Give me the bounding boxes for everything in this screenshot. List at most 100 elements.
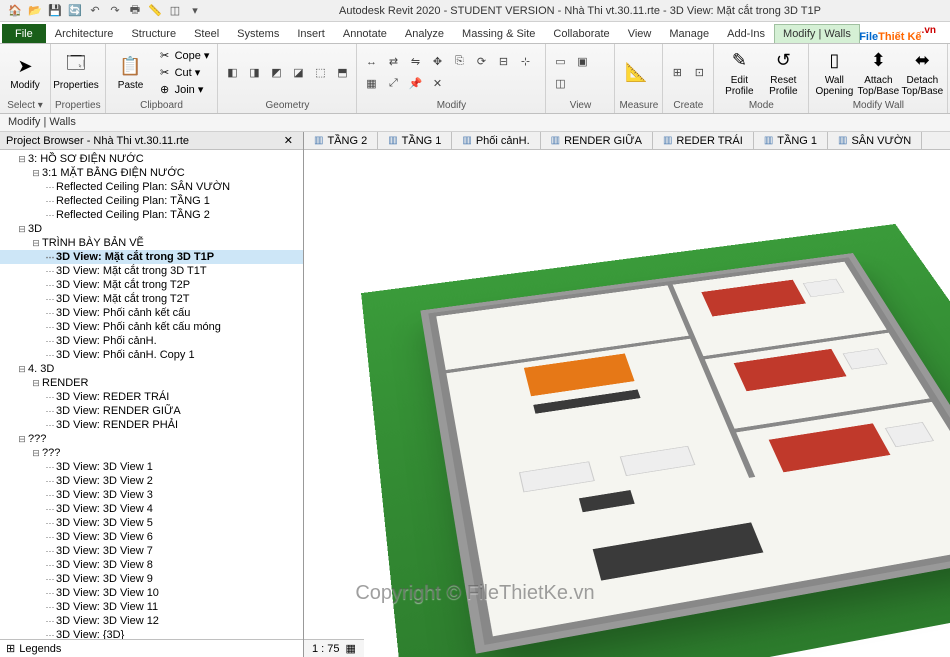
view-tab[interactable]: ▥TẦNG 1 [378,132,452,149]
measure-button[interactable]: 📐 [619,47,653,99]
ribbon-tab-analyze[interactable]: Analyze [396,24,453,43]
drawing-canvas[interactable] [304,150,950,657]
qat-section-icon[interactable]: ◫ [166,2,184,20]
ribbon-tab-file[interactable]: File [2,24,46,43]
ribbon-tab-annotate[interactable]: Annotate [334,24,396,43]
tree-item[interactable]: ⋯ 3D View: REDER TRÁI [0,390,303,404]
view-tab[interactable]: ▥REDER TRÁI [653,132,754,149]
ribbon-tab-view[interactable]: View [619,24,661,43]
collapse-icon[interactable]: ⊟ [16,364,28,375]
tree-item[interactable]: ⊟ ??? [0,446,303,460]
close-icon[interactable]: ✕ [280,134,297,147]
ribbon-tab-structure[interactable]: Structure [122,24,185,43]
cope-button[interactable]: ✂Cope ▾ [154,48,214,64]
paste-button[interactable]: 📋 Paste [110,47,152,99]
project-browser-footer[interactable]: ⊞ Legends [0,639,303,657]
tree-item[interactable]: ⊟ 3:1 MẶT BẰNG ĐIỆN NƯỚC [0,166,303,180]
view-tab[interactable]: ▥Phối cảnH. [452,132,540,149]
tree-item[interactable]: ⋯ 3D View: Phối cảnH. Copy 1 [0,348,303,362]
tree-item[interactable]: ⋯ 3D View: 3D View 7 [0,544,303,558]
tree-item[interactable]: ⊟ 3: HỒ SƠ ĐIỆN NƯỚC [0,152,303,166]
tree-item[interactable]: ⋯ 3D View: {3D} [0,628,303,639]
tree-item[interactable]: ⋯ 3D View: Mặt cắt trong 3D T1P [0,250,303,264]
collapse-icon[interactable]: ⊟ [30,168,42,179]
view-scale[interactable]: 1 : 75 ▦ [304,639,364,657]
qat-save-icon[interactable]: 💾 [46,2,64,20]
geom-tool-icon[interactable]: ◨ [244,63,264,83]
tree-item[interactable]: ⋯ 3D View: Mặt cắt trong T2T [0,292,303,306]
view-control-icon[interactable]: ▦ [346,642,356,655]
align-icon[interactable]: ↔ [361,52,381,72]
array-icon[interactable]: ▦ [361,74,381,94]
mirror-icon[interactable]: ⇋ [405,52,425,72]
tree-item[interactable]: ⋯ 3D View: Mặt cắt trong T2P [0,278,303,292]
geom-tool-icon[interactable]: ⬒ [332,63,352,83]
move-icon[interactable]: ✥ [427,52,447,72]
tree-item[interactable]: ⋯ 3D View: RENDER GIỮA [0,404,303,418]
trim-icon[interactable]: ⊟ [493,52,513,72]
wall-opening-button[interactable]: ▯ Wall Opening [813,47,855,99]
edit-profile-button[interactable]: ✎ Edit Profile [718,47,760,99]
view-tool-icon[interactable]: ▭ [550,52,570,72]
copy-icon[interactable]: ⎘ [449,52,469,72]
detach-button[interactable]: ⬌ Detach Top/Base [901,47,943,99]
view-tab[interactable]: ▥TẦNG 2 [304,132,378,149]
create-tool-icon[interactable]: ⊞ [667,63,687,83]
ribbon-tab-insert[interactable]: Insert [288,24,334,43]
collapse-icon[interactable]: ⊟ [30,448,42,459]
tree-item[interactable]: ⋯ Reflected Ceiling Plan: TẦNG 2 [0,208,303,222]
collapse-icon[interactable]: ⊟ [16,154,28,165]
tree-item[interactable]: ⋯ 3D View: 3D View 12 [0,614,303,628]
cut-button[interactable]: ✂Cut ▾ [154,65,214,81]
view-tab[interactable]: ▥TẦNG 1 [754,132,828,149]
qat-undo-icon[interactable]: ↶ [86,2,104,20]
geom-tool-icon[interactable]: ◪ [288,63,308,83]
geom-tool-icon[interactable]: ◩ [266,63,286,83]
geom-tool-icon[interactable]: ◧ [222,63,242,83]
split-icon[interactable]: ⊹ [515,52,535,72]
tree-item[interactable]: ⊟ TRÌNH BÀY BẢN VẼ [0,236,303,250]
tree-item[interactable]: ⋯ 3D View: 3D View 1 [0,460,303,474]
tree-item[interactable]: ⋯ 3D View: 3D View 2 [0,474,303,488]
pin-icon[interactable]: 📌 [405,74,425,94]
qat-dropdown-icon[interactable]: ▾ [186,2,204,20]
ribbon-tab-architecture[interactable]: Architecture [46,24,123,43]
collapse-icon[interactable]: ⊟ [16,434,28,445]
geom-tool-icon[interactable]: ⬚ [310,63,330,83]
qat-print-icon[interactable]: 🖶 [126,2,144,20]
tree-item[interactable]: ⋯ 3D View: 3D View 6 [0,530,303,544]
collapse-icon[interactable]: ⊟ [30,238,42,249]
tree-item[interactable]: ⊟ ??? [0,432,303,446]
tree-item[interactable]: ⋯ 3D View: RENDER PHẢI [0,418,303,432]
create-tool-icon[interactable]: ⊡ [689,63,709,83]
tree-item[interactable]: ⋯ 3D View: 3D View 10 [0,586,303,600]
delete-icon[interactable]: ✕ [427,74,447,94]
ribbon-tab-systems[interactable]: Systems [228,24,288,43]
view-tab[interactable]: ▥RENDER GIỮA [541,132,653,149]
view-tab[interactable]: ▥SÂN VƯỜN [828,132,922,149]
properties-button[interactable]: 🗔 Properties [55,47,97,99]
ribbon-tab-steel[interactable]: Steel [185,24,228,43]
tree-item[interactable]: ⋯ Reflected Ceiling Plan: SÂN VƯỜN [0,180,303,194]
tree-item[interactable]: ⋯ 3D View: Phối cảnh kết cấu [0,306,303,320]
tree-item[interactable]: ⋯ 3D View: 3D View 8 [0,558,303,572]
tree-item[interactable]: ⋯ 3D View: Phối cảnh kết cấu móng [0,320,303,334]
rotate-icon[interactable]: ⟳ [471,52,491,72]
offset-icon[interactable]: ⇄ [383,52,403,72]
collapse-icon[interactable]: ⊟ [30,378,42,389]
tree-item[interactable]: ⋯ Reflected Ceiling Plan: TẦNG 1 [0,194,303,208]
join-button[interactable]: ⊕Join ▾ [154,82,214,98]
ribbon-tab-manage[interactable]: Manage [660,24,718,43]
reset-profile-button[interactable]: ↺ Reset Profile [762,47,804,99]
ribbon-tab-modify-walls[interactable]: Modify | Walls [774,24,860,43]
ribbon-tab-massing[interactable]: Massing & Site [453,24,544,43]
project-tree[interactable]: ⊟ 3: HỒ SƠ ĐIỆN NƯỚC⊟ 3:1 MẶT BẰNG ĐIỆN … [0,150,303,639]
tree-item[interactable]: ⊟ 3D [0,222,303,236]
modify-button[interactable]: ➤ Modify [4,47,46,99]
tree-item[interactable]: ⋯ 3D View: 3D View 11 [0,600,303,614]
collapse-icon[interactable]: ⊟ [16,224,28,235]
ribbon-tab-collaborate[interactable]: Collaborate [544,24,618,43]
tree-item[interactable]: ⊟ RENDER [0,376,303,390]
qat-measure-icon[interactable]: 📏 [146,2,164,20]
scale-icon[interactable]: ⤢ [383,74,403,94]
